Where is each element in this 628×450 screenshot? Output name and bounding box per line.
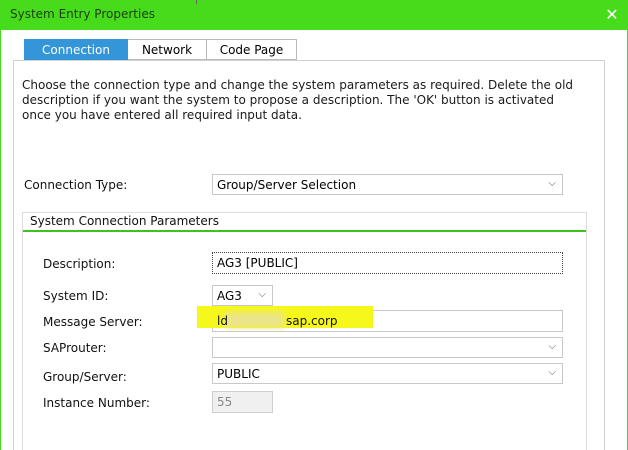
chevron-down-icon: ⌵ xyxy=(548,178,556,189)
instance-number-field: 55 xyxy=(212,391,273,413)
chevron-down-icon: ⌵ xyxy=(258,289,266,300)
description-label: Description: xyxy=(43,257,116,271)
system-id-select[interactable]: AG3 ⌵ xyxy=(212,285,273,306)
connection-type-select[interactable]: Group/Server Selection ⌵ xyxy=(212,174,563,195)
message-server-suffix: sap.corp xyxy=(286,314,338,328)
window-title: System Entry Properties xyxy=(10,7,155,21)
tab-network[interactable]: Network xyxy=(128,39,207,60)
group-divider xyxy=(23,230,586,232)
chevron-down-icon: ⌵ xyxy=(548,367,556,378)
connection-type-value: Group/Server Selection xyxy=(217,177,357,192)
redaction-blur xyxy=(224,312,284,328)
connection-type-label: Connection Type: xyxy=(24,178,128,192)
group-title: System Connection Parameters xyxy=(30,214,219,228)
close-icon[interactable]: ✕ xyxy=(602,4,622,24)
saprouter-label: SAProuter: xyxy=(43,341,107,355)
tab-code-page[interactable]: Code Page xyxy=(207,39,297,60)
description-field[interactable]: AG3 [PUBLIC] xyxy=(212,252,563,274)
message-server-label: Message Server: xyxy=(43,315,143,329)
message-server-prefix: ld xyxy=(217,314,228,328)
window-notch xyxy=(196,0,197,4)
system-id-label: System ID: xyxy=(43,289,109,303)
title-bar: System Entry Properties ✕ xyxy=(0,0,628,30)
instance-number-value: 55 xyxy=(217,395,233,409)
description-value: AG3 [PUBLIC] xyxy=(217,256,298,270)
chevron-down-icon: ⌵ xyxy=(548,341,556,352)
tab-connection[interactable]: Connection xyxy=(24,39,128,60)
group-server-value: PUBLIC xyxy=(217,366,260,381)
tab-strip: Connection Network Code Page xyxy=(24,39,297,60)
saprouter-select[interactable]: ⌵ xyxy=(212,337,563,358)
instructions-text: Choose the connection type and change th… xyxy=(22,78,574,122)
group-server-select[interactable]: PUBLIC ⌵ xyxy=(212,363,563,384)
group-server-label: Group/Server: xyxy=(43,370,127,384)
instance-number-label: Instance Number: xyxy=(43,396,150,410)
window-border-left xyxy=(0,30,1,450)
